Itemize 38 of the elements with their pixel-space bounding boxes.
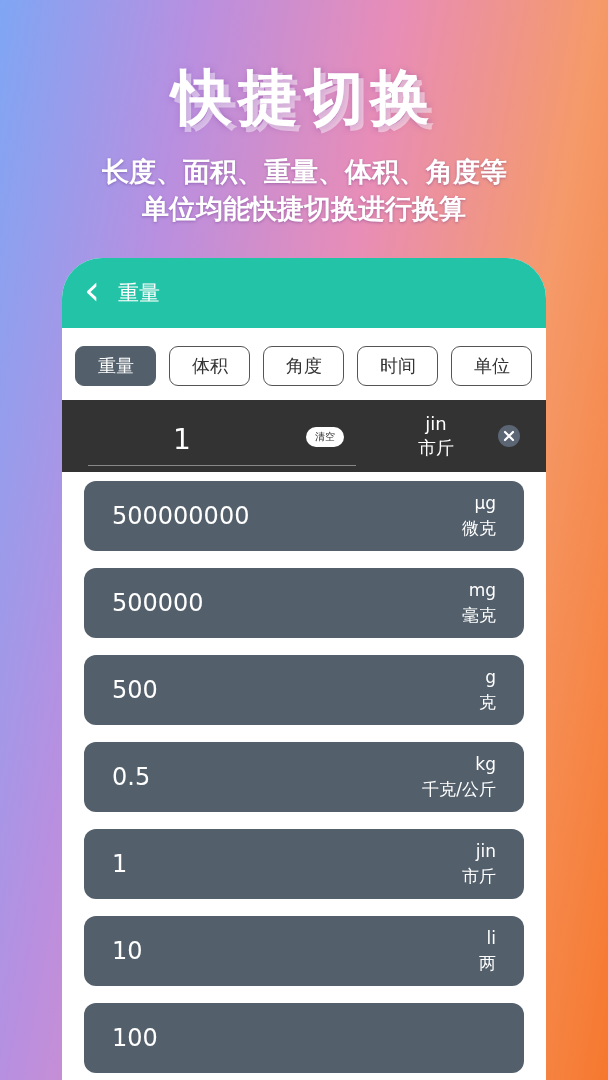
unit-name: 微克 bbox=[462, 517, 496, 540]
category-tab[interactable]: 体积 bbox=[169, 346, 250, 386]
category-tab[interactable]: 角度 bbox=[263, 346, 344, 386]
unit-code: li bbox=[486, 927, 496, 950]
unit-code: jin bbox=[475, 840, 496, 863]
subtitle-line: 长度、面积、重量、体积、角度等 bbox=[101, 155, 507, 189]
result-row[interactable]: 100 bbox=[84, 1003, 524, 1073]
result-row[interactable]: 10 li 两 bbox=[84, 916, 524, 986]
result-row[interactable]: 1 jin 市斤 bbox=[84, 829, 524, 899]
unit-code: jin bbox=[425, 412, 447, 436]
unit-name: 毫克 bbox=[462, 604, 496, 627]
unit-name: 市斤 bbox=[462, 865, 496, 888]
unit-code: μg bbox=[474, 492, 496, 515]
screen-title: 重量 bbox=[118, 280, 160, 307]
result-value: 100 bbox=[112, 1024, 158, 1052]
unit-code: mg bbox=[468, 579, 496, 602]
result-value: 500000000 bbox=[112, 502, 250, 530]
result-value: 1 bbox=[112, 850, 128, 878]
result-row[interactable]: 500 g 克 bbox=[84, 655, 524, 725]
unit-name: 克 bbox=[479, 691, 496, 714]
result-row[interactable]: 500000000 μg 微克 bbox=[84, 481, 524, 551]
result-row[interactable]: 500000 mg 毫克 bbox=[84, 568, 524, 638]
unit-name: 市斤 bbox=[418, 436, 454, 460]
result-value: 0.5 bbox=[112, 763, 151, 791]
unit-code: g bbox=[485, 666, 496, 689]
clear-button[interactable]: 清空 bbox=[306, 427, 344, 447]
result-value: 500000 bbox=[112, 589, 204, 617]
result-value: 500 bbox=[112, 676, 158, 704]
category-tab[interactable]: 单位 bbox=[451, 346, 532, 386]
close-icon[interactable] bbox=[498, 425, 520, 447]
category-tab[interactable]: 时间 bbox=[357, 346, 438, 386]
category-tab[interactable]: 重量 bbox=[75, 346, 156, 386]
result-row[interactable]: 0.5 kg 千克/公斤 bbox=[84, 742, 524, 812]
unit-name: 千克/公斤 bbox=[422, 778, 496, 801]
unit-name: 两 bbox=[479, 952, 496, 975]
result-value: 10 bbox=[112, 937, 143, 965]
unit-code: kg bbox=[475, 753, 496, 776]
subtitle-line: 单位均能快捷切换进行换算 bbox=[142, 192, 466, 226]
